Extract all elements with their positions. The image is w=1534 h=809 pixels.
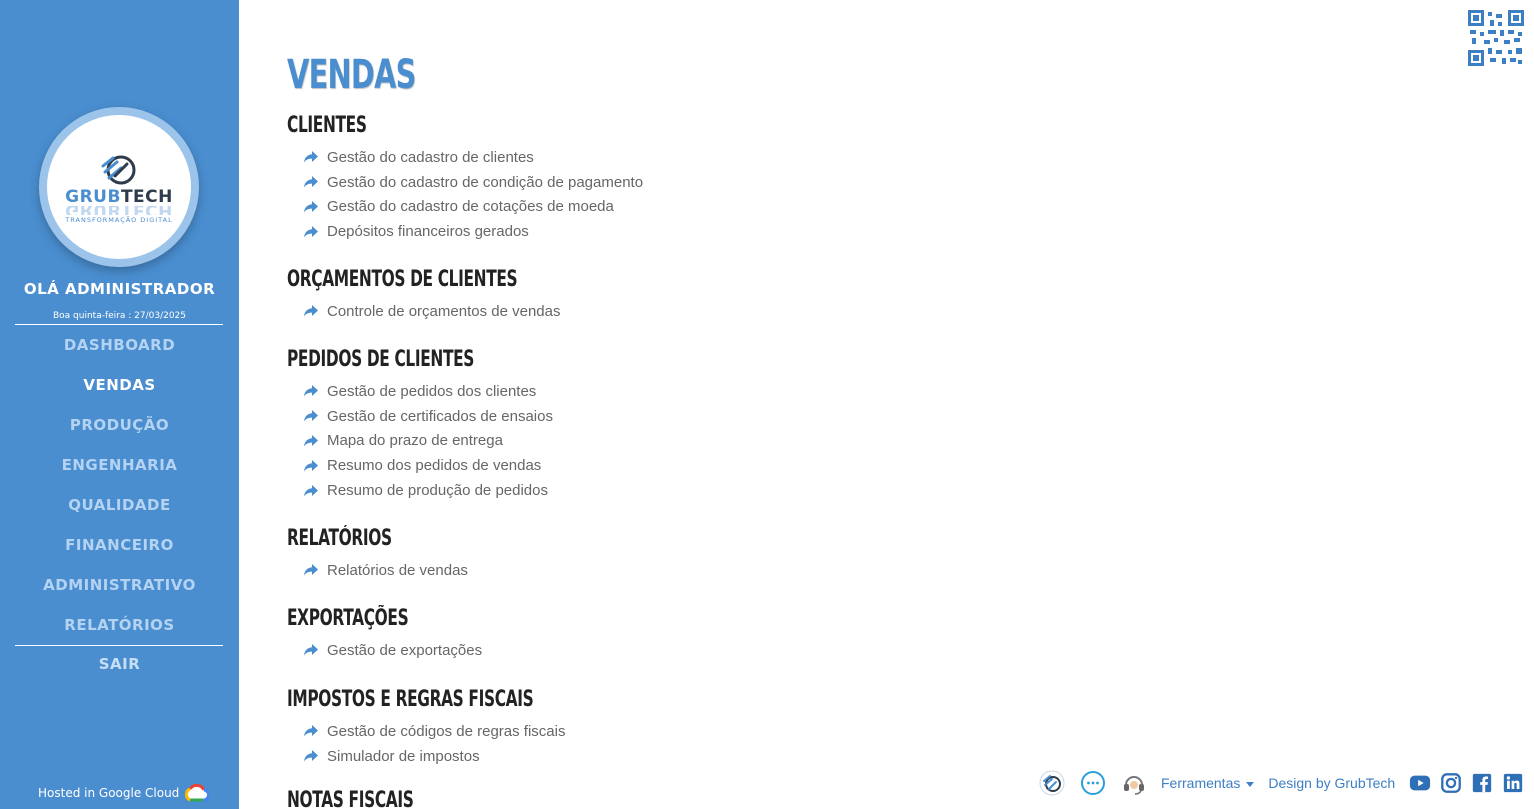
chat-icon xyxy=(1081,771,1105,795)
section-title: EXPORTAÇÕES xyxy=(287,606,409,631)
section-2: PEDIDOS DE CLIENTES Gestão de pedidos dos… xyxy=(287,347,554,503)
share-arrow-icon xyxy=(304,459,318,472)
menu-link-label: Gestão de pedidos dos clientes xyxy=(327,382,537,400)
menu-link-label: Gestão do cadastro de condição de pagame… xyxy=(327,173,644,191)
section-title: IMPOSTOS E REGRAS FISCAIS xyxy=(287,687,534,712)
sidebar-nav: DASHBOARD VENDAS PRODUÇÃO ENGENHARIA QUA… xyxy=(0,333,239,653)
instagram-icon[interactable] xyxy=(1440,772,1462,794)
support-headset-icon xyxy=(1124,776,1144,795)
section-title: PEDIDOS DE CLIENTES xyxy=(287,347,475,372)
date-line: Boa quinta-feira : 27/03/2025 xyxy=(52,311,187,321)
menu-link-label: Gestão de certificados de ensaios xyxy=(327,407,553,425)
nav-item-vendas[interactable]: VENDAS xyxy=(0,373,239,413)
menu-link-label: Mapa do prazo de entrega xyxy=(327,432,503,450)
logo-wordmark: GRUBTECH xyxy=(65,187,173,207)
menu-link-label: Gestão de exportações xyxy=(327,641,483,659)
logo-tagline: TRANSFORMAÇÃO DIGITAL xyxy=(65,216,173,224)
nav-item-qualidade[interactable]: QUALIDADE xyxy=(0,493,239,533)
page-title: VENDAS xyxy=(287,52,416,98)
sidebar: GRUBTECH GRUBTECH TRANSFORMAÇÃO DIGITAL … xyxy=(0,0,239,809)
section-title: CLIENTES xyxy=(287,113,367,138)
nav-item-financeiro[interactable]: FINANCEIRO xyxy=(0,533,239,573)
section-title: ORÇAMENTOS DE CLIENTES xyxy=(287,267,518,292)
youtube-icon[interactable] xyxy=(1409,772,1431,794)
menu-link[interactable]: Gestão de exportações xyxy=(287,638,482,663)
logo-reflection: GRUBTECH xyxy=(65,206,173,215)
logo[interactable]: GRUBTECH GRUBTECH TRANSFORMAÇÃO DIGITAL xyxy=(39,107,199,267)
design-credit-link[interactable]: Design by GrubTech xyxy=(1268,775,1395,791)
grubtech-logo-button[interactable] xyxy=(1038,769,1066,797)
share-arrow-icon xyxy=(304,200,318,213)
logout-button[interactable]: SAIR xyxy=(0,655,239,673)
section-4: EXPORTAÇÕES Gestão de exportações xyxy=(287,606,482,663)
share-arrow-icon xyxy=(304,484,318,497)
nav-item-engenharia[interactable]: ENGENHARIA xyxy=(0,453,239,493)
nav-item-dashboard[interactable]: DASHBOARD xyxy=(0,333,239,373)
qr-code-icon[interactable] xyxy=(1468,10,1524,66)
share-arrow-icon xyxy=(304,750,318,762)
section-6: NOTAS FISCAIS xyxy=(287,788,468,809)
grubtech-mark-icon xyxy=(101,155,136,185)
menu-link[interactable]: Gestão de códigos de regras fiscais xyxy=(287,719,639,744)
menu-link[interactable]: Resumo dos pedidos de vendas xyxy=(287,453,554,478)
menu-link[interactable]: Simulador de impostos xyxy=(287,744,639,769)
menu-link-label: Depósitos financeiros gerados xyxy=(327,223,529,241)
section-3: RELATÓRIOS Relatórios de vendas xyxy=(287,526,468,583)
section-0: CLIENTES Gestão do cadastro de clientes Ge… xyxy=(287,113,643,244)
caret-down-icon xyxy=(1246,781,1255,787)
menu-link[interactable]: Gestão de pedidos dos clientes xyxy=(287,379,554,404)
menu-link-label: Resumo de produção de pedidos xyxy=(327,482,548,500)
hosted-badge: Hosted in Google Cloud xyxy=(38,783,210,803)
greeting: OLÁ ADMINISTRADOR xyxy=(23,280,216,298)
chat-button[interactable] xyxy=(1079,769,1107,797)
nav-item-producao[interactable]: PRODUÇÃO xyxy=(0,413,239,453)
google-cloud-icon xyxy=(185,783,210,802)
linkedin-icon[interactable] xyxy=(1502,772,1524,794)
share-arrow-icon xyxy=(304,725,318,737)
share-arrow-icon xyxy=(304,644,318,656)
facebook-icon[interactable] xyxy=(1471,772,1493,794)
tools-dropdown[interactable]: Ferramentas xyxy=(1161,775,1255,791)
footer-toolbar: Ferramentas Design by GrubTech xyxy=(1038,768,1533,798)
menu-link-label: Relatórios de vendas xyxy=(327,561,468,579)
menu-link[interactable]: Gestão de certificados de ensaios xyxy=(287,404,554,429)
section-5: IMPOSTOS E REGRAS FISCAIS Gestão de códig… xyxy=(287,687,639,769)
share-arrow-icon xyxy=(304,564,318,576)
menu-link[interactable]: Gestão do cadastro de clientes xyxy=(287,145,643,170)
section-title: NOTAS FISCAIS xyxy=(287,788,414,809)
grubtech-logo-icon xyxy=(1039,770,1065,796)
menu-link[interactable]: Controle de orçamentos de vendas xyxy=(287,299,616,324)
menu-link[interactable]: Gestão do cadastro de condição de pagame… xyxy=(287,170,643,195)
menu-link[interactable]: Gestão do cadastro de cotações de moeda xyxy=(287,195,643,220)
menu-link-label: Controle de orçamentos de vendas xyxy=(327,302,561,320)
share-arrow-icon xyxy=(304,305,318,317)
divider xyxy=(15,324,223,325)
hosted-text: Hosted in Google Cloud xyxy=(38,786,180,800)
support-button[interactable] xyxy=(1120,769,1148,797)
menu-link-label: Gestão do cadastro de cotações de moeda xyxy=(327,198,614,216)
section-title: RELATÓRIOS xyxy=(287,526,392,551)
menu-link[interactable]: Relatórios de vendas xyxy=(287,558,468,583)
divider xyxy=(15,645,223,646)
section-1: ORÇAMENTOS DE CLIENTES Controle de orçame… xyxy=(287,267,616,324)
share-arrow-icon xyxy=(304,385,318,397)
share-arrow-icon xyxy=(304,410,318,422)
menu-link[interactable]: Resumo de produção de pedidos xyxy=(287,478,554,503)
menu-link-label: Resumo dos pedidos de vendas xyxy=(327,457,542,475)
share-arrow-icon xyxy=(304,434,318,447)
logo-circle: GRUBTECH GRUBTECH TRANSFORMAÇÃO DIGITAL xyxy=(47,115,191,259)
share-arrow-icon xyxy=(304,225,318,238)
menu-link[interactable]: Depósitos financeiros gerados xyxy=(287,219,643,244)
share-arrow-icon xyxy=(304,151,318,163)
nav-item-relatorios[interactable]: RELATÓRIOS xyxy=(0,613,239,653)
menu-link[interactable]: Mapa do prazo de entrega xyxy=(287,429,554,454)
share-arrow-icon xyxy=(304,176,318,188)
menu-link-label: Simulador de impostos xyxy=(327,747,480,765)
nav-item-administrativo[interactable]: ADMINISTRATIVO xyxy=(0,573,239,613)
menu-link-label: Gestão de códigos de regras fiscais xyxy=(327,722,566,740)
menu-link-label: Gestão do cadastro de clientes xyxy=(327,148,534,166)
tools-label: Ferramentas xyxy=(1161,775,1241,791)
